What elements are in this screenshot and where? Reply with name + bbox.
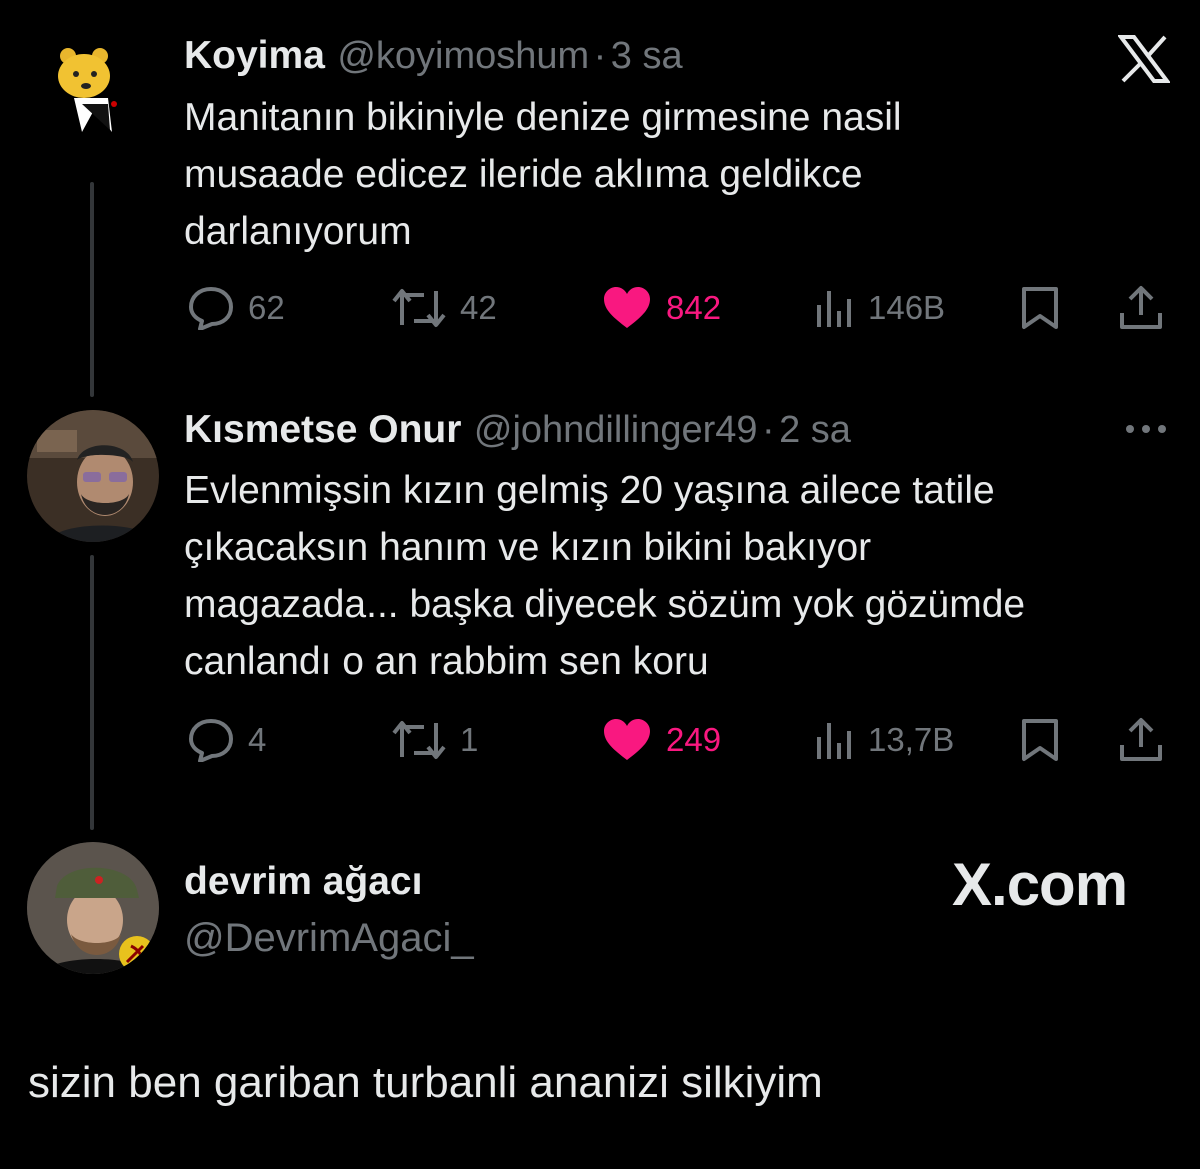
timestamp[interactable]: 3 sa — [611, 35, 683, 77]
tweet-text: Evlenmişsin kızın gelmiş 20 yaşına ailec… — [184, 469, 1026, 683]
separator-dot: · — [761, 409, 775, 451]
share-button[interactable] — [1118, 712, 1164, 768]
reply-icon — [189, 719, 233, 762]
views-icon — [817, 291, 851, 327]
repost-icon — [392, 289, 446, 327]
bookmark-icon — [1022, 719, 1058, 761]
heart-icon — [604, 287, 650, 328]
thread-line — [90, 555, 94, 830]
author-name[interactable]: Kısmetse Onur — [184, 408, 461, 451]
share-icon — [1120, 718, 1162, 761]
repost-count: 1 — [460, 721, 479, 758]
caption-text: sizin ben gariban turbanli ananizi silki… — [28, 1058, 823, 1107]
tweet-text: Manitanın bikiniyle denize girmesine nas… — [184, 96, 902, 253]
user-photo-icon — [27, 842, 159, 974]
repost-button[interactable]: 42 — [392, 280, 497, 336]
reply-count: 62 — [248, 289, 285, 326]
pooh-bear-icon — [58, 48, 117, 132]
author-handle[interactable]: @johndillinger49 — [474, 409, 758, 451]
views-icon — [817, 723, 851, 759]
tweet-actions: 4 1 249 13,7B — [184, 712, 1169, 768]
views-count: 13,7B — [868, 721, 955, 758]
like-count: 842 — [666, 289, 722, 326]
heart-icon — [604, 719, 650, 760]
author-handle[interactable]: @koyimoshum — [337, 35, 589, 77]
timestamp[interactable]: 2 sa — [779, 409, 851, 451]
repost-count: 42 — [460, 289, 497, 326]
quoter-name[interactable]: devrim ağacı — [184, 860, 422, 904]
reply-icon — [189, 287, 233, 330]
bookmark-button[interactable] — [1020, 712, 1060, 768]
avatar[interactable] — [27, 842, 159, 974]
quoter-handle[interactable]: @DevrimAgaci_ — [184, 916, 474, 961]
thread-line — [90, 182, 94, 397]
views-button[interactable]: 146B — [814, 280, 945, 336]
avatar[interactable] — [27, 410, 159, 542]
reply-button[interactable]: 4 — [188, 712, 266, 768]
views-count: 146B — [868, 289, 946, 326]
like-button[interactable]: 842 — [602, 280, 721, 336]
avatar[interactable] — [52, 44, 132, 136]
x-logo-icon[interactable] — [1118, 35, 1170, 83]
views-button[interactable]: 13,7B — [814, 712, 954, 768]
like-count: 249 — [666, 721, 722, 758]
user-photo-icon — [27, 410, 159, 542]
repost-icon — [392, 721, 446, 759]
xcom-watermark: X.com — [952, 851, 1128, 918]
bookmark-button[interactable] — [1020, 280, 1060, 336]
share-button[interactable] — [1118, 280, 1164, 336]
share-icon — [1120, 286, 1162, 329]
like-button[interactable]: 249 — [602, 712, 721, 768]
reply-button[interactable]: 62 — [188, 280, 285, 336]
author-name[interactable]: Koyima — [184, 34, 325, 77]
separator-dot: · — [593, 35, 607, 77]
repost-button[interactable]: 1 — [392, 712, 478, 768]
bookmark-icon — [1022, 287, 1058, 329]
more-dots-icon[interactable] — [1124, 422, 1168, 436]
tweet-actions: 62 42 842 146B — [184, 280, 1169, 336]
reply-count: 4 — [248, 721, 267, 758]
